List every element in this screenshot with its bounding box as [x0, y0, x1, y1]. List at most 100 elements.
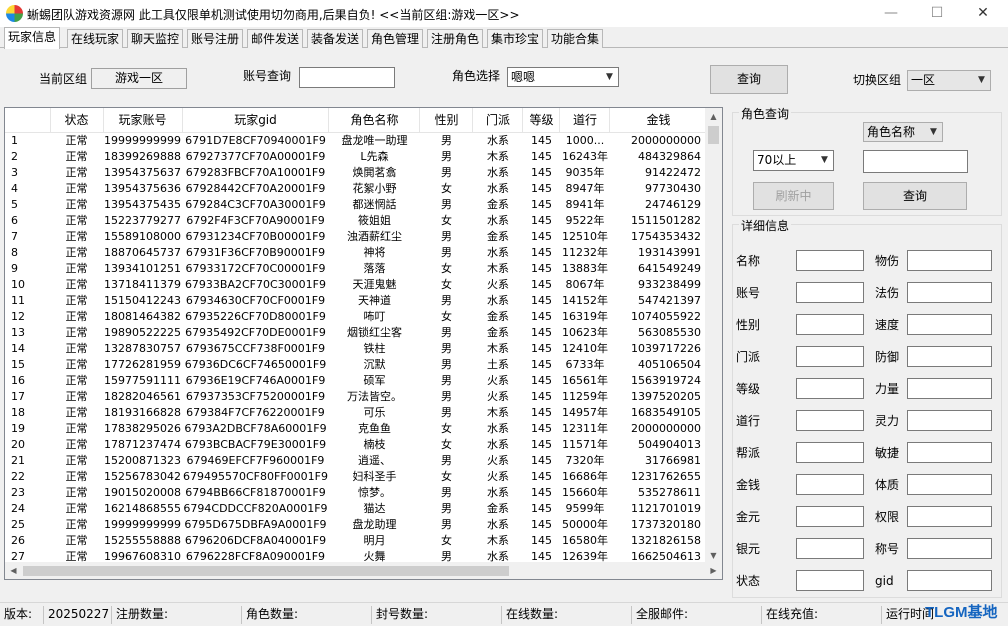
detail-right-field[interactable] [907, 250, 992, 271]
role-query-button[interactable]: 查询 [863, 182, 967, 210]
table-row[interactable]: 13 正常 19890522225 67935492CF70DE0001F9 烟锁红尘客… [5, 324, 707, 340]
refresh-button[interactable]: 刷新中 [753, 182, 834, 210]
detail-right-field[interactable] [907, 378, 992, 399]
table-row[interactable]: 9 正常 13934101251 67933172CF70C00001F9 落落 女 木系 1… [5, 260, 707, 276]
table-row[interactable]: 8 正常 18870645737 67931F36CF70B90001F9 神将 男 水系 1… [5, 244, 707, 260]
scroll-right-icon[interactable]: ▶ [705, 562, 722, 579]
tab-function-collection[interactable]: 功能合集 [547, 29, 604, 48]
horizontal-scroll-thumb[interactable] [23, 566, 509, 576]
detail-right-field[interactable] [907, 442, 992, 463]
column-header-status[interactable]: 状态 [50, 108, 104, 133]
vertical-scroll-thumb[interactable] [708, 126, 719, 144]
account-query-input[interactable] [299, 67, 395, 88]
column-header-index[interactable] [5, 108, 51, 133]
daoxing-cell: 1000... [565, 133, 605, 147]
table-row[interactable]: 10 正常 13718411379 67933BA2CF70C30001F9 天涯鬼魅 女… [5, 276, 707, 292]
vertical-scrollbar[interactable]: ▲ ▼ [705, 108, 722, 564]
column-header-school[interactable]: 门派 [472, 108, 524, 133]
detail-left-field[interactable] [796, 538, 864, 559]
tab-player-info[interactable]: 玩家信息 [4, 27, 61, 49]
detail-left-label: 名称 [736, 254, 761, 268]
tab-chat-monitor[interactable]: 聊天监控 [127, 29, 184, 48]
chevron-down-icon: ▼ [930, 127, 937, 137]
tab-online-players[interactable]: 在线玩家 [67, 29, 124, 48]
table-row[interactable]: 3 正常 13954375637 679283FBCF70A10001F9 焕閧茗翕 男 水… [5, 164, 707, 180]
detail-left-field[interactable] [796, 250, 864, 271]
scroll-up-icon[interactable]: ▲ [705, 108, 722, 125]
detail-left-field[interactable] [796, 474, 864, 495]
switch-zone-dropdown[interactable]: 一区 ▼ [907, 70, 991, 91]
detail-right-field[interactable] [907, 474, 992, 495]
role-name-cell: 落落 [363, 261, 386, 275]
column-header-daoxing[interactable]: 道行 [559, 108, 611, 133]
money-cell: 933238499 [637, 277, 701, 291]
table-row[interactable]: 23 正常 19015020008 6794BB66CF81870001F9 惊梦。 男 水… [5, 484, 707, 500]
detail-right-field[interactable] [907, 506, 992, 527]
tab-equipment-send[interactable]: 装备发送 [307, 29, 364, 48]
column-header-money[interactable]: 金钱 [609, 108, 708, 133]
table-row[interactable]: 5 正常 13954375435 679284C3CF70A30001F9 都迷惘話 男 金… [5, 196, 707, 212]
role-field-dropdown[interactable]: 角色名称 ▼ [863, 122, 943, 142]
detail-left-field[interactable] [796, 282, 864, 303]
maximize-button[interactable]: ☐ [914, 0, 960, 27]
daoxing-cell: 12311年 [561, 421, 608, 435]
table-row[interactable]: 22 正常 15256783042 679495570CF80FF0001F9 妇科圣手… [5, 468, 707, 484]
detail-right-field[interactable] [907, 282, 992, 303]
detail-left-field[interactable] [796, 442, 864, 463]
minimize-button[interactable]: — [868, 0, 914, 27]
table-row[interactable]: 14 正常 13287830757 6793675CCF738F0001F9 铁柱 男 木系… [5, 340, 707, 356]
table-row[interactable]: 24 正常 16214868555 6794CDDCCF820A0001F9 猫达 男 金系… [5, 500, 707, 516]
role-query-input[interactable] [863, 150, 968, 173]
detail-right-field[interactable] [907, 314, 992, 335]
horizontal-scrollbar[interactable]: ◀ ▶ [5, 562, 722, 579]
table-row[interactable]: 26 正常 15255558888 6796206DCF8A040001F9 明月 女 木系… [5, 532, 707, 548]
tab-mail-send[interactable]: 邮件发送 [247, 29, 304, 48]
player-grid[interactable]: 状态 玩家账号 玩家gid 角色名称 性别 门派 等级 道行 金钱 1 正常 199… [4, 107, 723, 580]
table-row[interactable]: 11 正常 15150412243 67934630CF70CF0001F9 天神道 男 水… [5, 292, 707, 308]
tab-role-manage[interactable]: 角色管理 [367, 29, 424, 48]
table-row[interactable]: 2 正常 18399269888 67927377CF70A00001F9 L先森 男 木系… [5, 148, 707, 164]
detail-right-field[interactable] [907, 346, 992, 367]
table-row[interactable]: 21 正常 15200871323 679469EFCF7F960001F9 逍遥、 男 火… [5, 452, 707, 468]
tab-register-role[interactable]: 注册角色 [427, 29, 484, 48]
detail-right-field[interactable] [907, 538, 992, 559]
tab-market-treasure[interactable]: 集市珍宝 [487, 29, 544, 48]
table-row[interactable]: 1 正常 19999999999 6791D7E8CF70940001F9 盘龙唯一助理… [5, 132, 707, 148]
detail-right-field[interactable] [907, 410, 992, 431]
column-header-level[interactable]: 等级 [522, 108, 561, 133]
detail-left-field[interactable] [796, 570, 864, 591]
table-row[interactable]: 4 正常 13954375636 67928442CF70A20001F9 花絮小野 女 水… [5, 180, 707, 196]
table-row[interactable]: 7 正常 15589108000 67931234CF70B00001F9 浊酒薪红尘 男… [5, 228, 707, 244]
column-header-role-name[interactable]: 角色名称 [328, 108, 421, 133]
status-cell: 正常 [65, 421, 88, 435]
level-dropdown[interactable]: 70以上 ▼ [753, 150, 834, 171]
column-header-gender[interactable]: 性别 [419, 108, 474, 133]
table-row[interactable]: 25 正常 19999999999 6795D675DBFA9A0001F9 盘龙助理 男… [5, 516, 707, 532]
school-cell: 金系 [486, 325, 509, 339]
table-row[interactable]: 19 正常 17838295026 6793A2DBCF78A60001F9 克鱼鱼 女 水… [5, 420, 707, 436]
role-select-dropdown[interactable]: 嗯嗯 ▼ [507, 67, 619, 87]
row-index: 2 [11, 149, 18, 163]
close-button[interactable]: ✕ [960, 0, 1006, 27]
detail-left-field[interactable] [796, 314, 864, 335]
table-row[interactable]: 20 正常 17871237474 6793BCBACF79E30001F9 楠枝 女 水系… [5, 436, 707, 452]
detail-left-field[interactable] [796, 410, 864, 431]
table-row[interactable]: 6 正常 15223779277 6792F4F3CF70A90001F9 筱姐姐 女 水系… [5, 212, 707, 228]
query-button[interactable]: 查询 [710, 65, 788, 94]
column-header-gid[interactable]: 玩家gid [182, 108, 330, 133]
table-row[interactable]: 16 正常 15977591111 67936E19CF746A0001F9 硕军 男 火系… [5, 372, 707, 388]
detail-left-field[interactable] [796, 506, 864, 527]
role-name-cell: 可乐 [363, 405, 386, 419]
tab-account-register[interactable]: 账号注册 [187, 29, 244, 48]
column-header-account[interactable]: 玩家账号 [103, 108, 183, 133]
detail-right-field[interactable] [907, 570, 992, 591]
gid-cell: 679384F7CF76220001F9 [186, 405, 325, 419]
table-row[interactable]: 12 正常 18081464382 67935226CF70D80001F9 咘叮 女 金系… [5, 308, 707, 324]
table-row[interactable]: 17 正常 18282046561 67937353CF75200001F9 万法皆空。… [5, 388, 707, 404]
detail-left-field[interactable] [796, 378, 864, 399]
role-select-label: 角色选择 [452, 69, 501, 83]
detail-left-field[interactable] [796, 346, 864, 367]
scroll-left-icon[interactable]: ◀ [5, 562, 22, 579]
table-row[interactable]: 15 正常 17726281959 67936DC6CF74650001F9 沉默 男 土系… [5, 356, 707, 372]
table-row[interactable]: 18 正常 18193166828 679384F7CF76220001F9 可乐 男 木系… [5, 404, 707, 420]
